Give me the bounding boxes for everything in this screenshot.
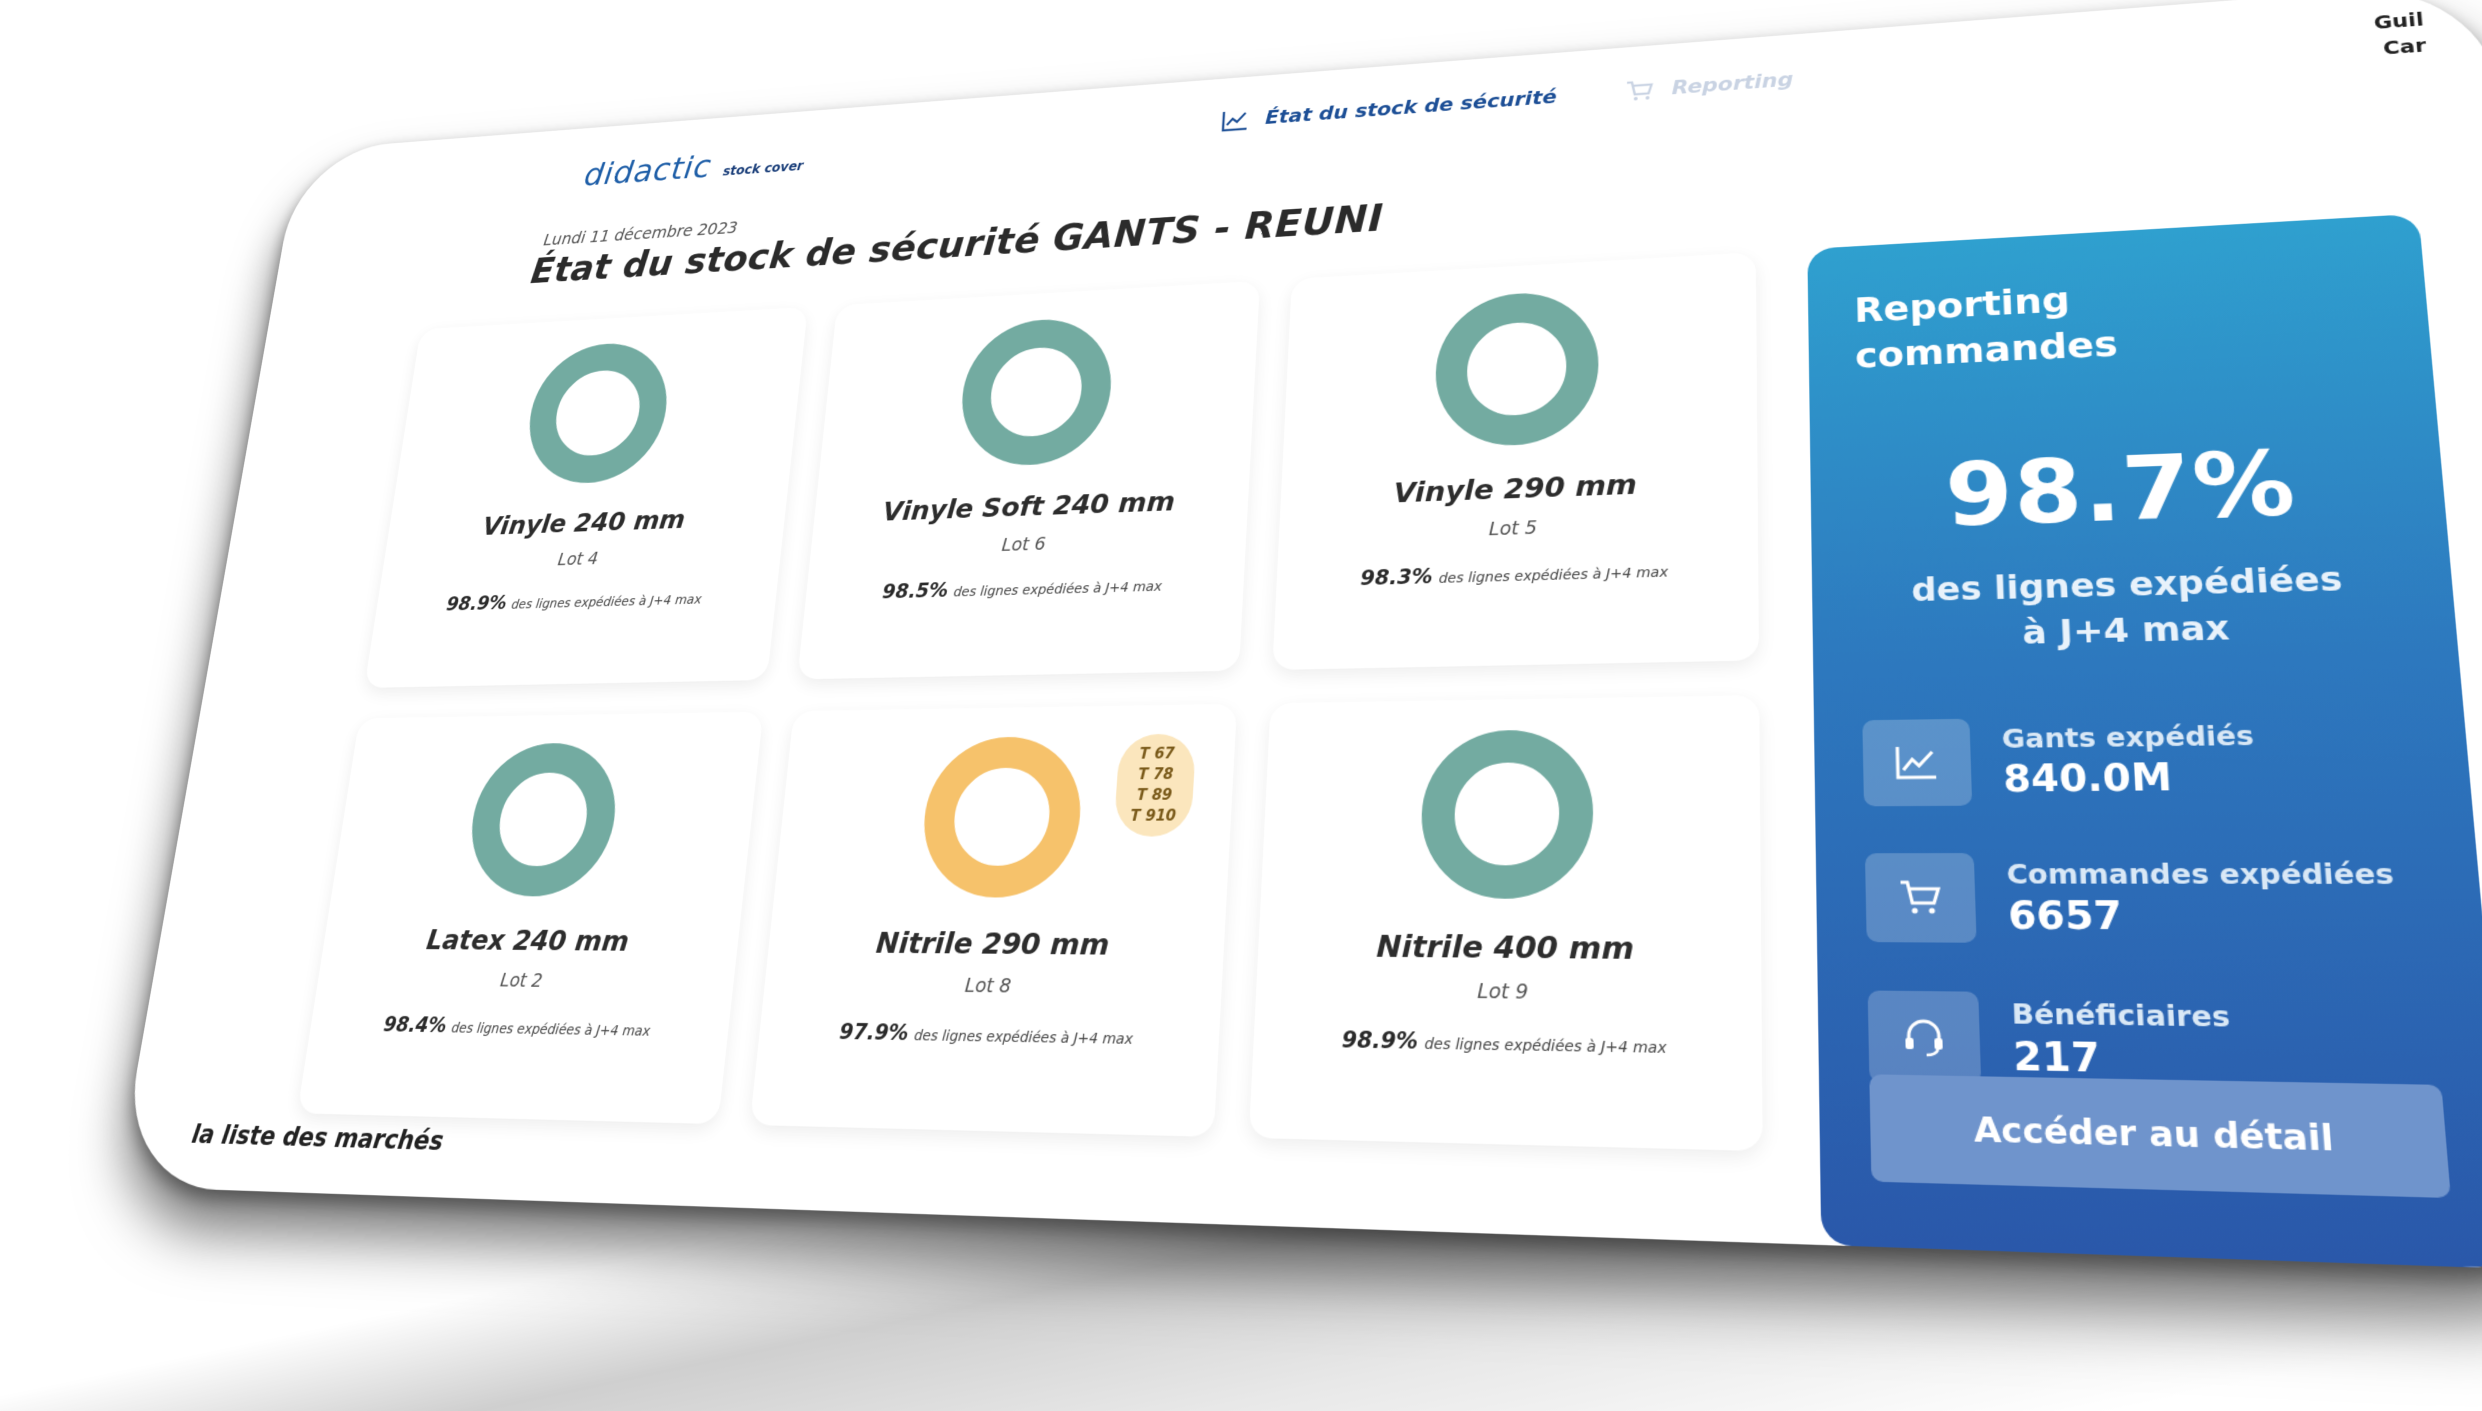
line-chart-icon: [1894, 743, 1940, 781]
product-name: Nitrile 400 mm: [1375, 928, 1635, 967]
product-name: Vinyle 290 mm: [1392, 467, 1638, 510]
size-alert-item: T 78: [1137, 765, 1174, 784]
product-card[interactable]: Vinyle 290 mm Lot 5 98.3% des lignes expé…: [1272, 252, 1760, 671]
product-name: Nitrile 290 mm: [874, 925, 1111, 962]
access-detail-button[interactable]: Accéder au détail: [1869, 1074, 2451, 1199]
size-alert-badge[interactable]: T 67 T 78 T 89 T 910: [1113, 733, 1197, 837]
product-name: Vinyle 240 mm: [480, 504, 687, 541]
product-card[interactable]: Vinyle Soft 240 mm Lot 6 98.5% des lignes…: [797, 280, 1261, 680]
stats-list: Gants expédiés 840.0M Commandes expédiée…: [1862, 713, 2442, 1094]
product-rate-value: 98.4%: [382, 1012, 449, 1038]
size-alert-item: T 910: [1129, 806, 1177, 825]
product-rate: 98.9% des lignes expédiées à J+4 max: [1341, 1027, 1666, 1058]
page-title: État du stock de sécurité GANTS - REUNI: [528, 196, 1385, 292]
product-rate-suffix: des lignes expédiées à J+4 max: [450, 1020, 651, 1040]
stat-icon-box: [1867, 990, 1982, 1085]
stock-ring-gauge: [518, 338, 678, 489]
nav-stock-securite[interactable]: État du stock de sécurité: [1221, 85, 1557, 132]
stat-label: Bénéficiaires: [2011, 997, 2231, 1033]
nav-reporting[interactable]: Reporting: [1625, 68, 1794, 103]
headset-icon: [1900, 1016, 1947, 1057]
global-rate: 98.7%: [1944, 430, 2300, 547]
product-rate: 98.3% des lignes expédiées à J+4 max: [1360, 558, 1668, 590]
product-lot: Lot 5: [1488, 517, 1538, 541]
stat-value: 217: [2012, 1034, 2102, 1082]
size-alert-item: T 67: [1138, 744, 1176, 763]
product-card[interactable]: Latex 240 mm Lot 2 98.4% des lignes expéd…: [297, 711, 764, 1125]
product-rate-suffix: des lignes expédiées à J+4 max: [1424, 1035, 1667, 1058]
cart-icon: [1897, 878, 1944, 914]
nav-reporting-label: Reporting: [1671, 68, 1794, 100]
product-name: Vinyle Soft 240 mm: [881, 485, 1177, 527]
product-rate-suffix: des lignes expédiées à J+4 max: [510, 592, 703, 613]
product-rate-value: 98.3%: [1359, 564, 1434, 590]
product-card[interactable]: T 67 T 78 T 89 T 910 Nitrile 290 mm Lot …: [749, 703, 1238, 1137]
panel-title: Reporting commandes: [1854, 261, 2380, 380]
screenshot-stage: didactic stock cover État du stock de sé…: [0, 0, 2482, 1411]
brand-logo[interactable]: didactic stock cover: [582, 141, 806, 192]
stat-icon-box: [1862, 718, 1973, 807]
product-lot: Lot 4: [556, 549, 600, 570]
market-list-link[interactable]: la liste des marchés: [190, 1120, 446, 1157]
size-alert-item: T 89: [1136, 785, 1173, 804]
stock-ring-gauge: [1416, 726, 1597, 902]
brand-name: didactic: [582, 148, 714, 193]
stat-value: 6657: [2007, 893, 2124, 939]
app-window: didactic stock cover État du stock de sé…: [116, 0, 2482, 1273]
stock-ring-gauge: [953, 313, 1119, 471]
product-rate-suffix: des lignes expédiées à J+4 max: [913, 1027, 1134, 1049]
product-name: Latex 240 mm: [424, 923, 631, 958]
product-rate-value: 98.9%: [1341, 1027, 1419, 1055]
brand-subtitle: stock cover: [722, 158, 805, 179]
product-lot: Lot 6: [1000, 533, 1047, 556]
global-rate-caption: des lignes expédiées à J+4 max: [1859, 554, 2404, 658]
product-card[interactable]: Nitrile 400 mm Lot 9 98.9% des lignes exp…: [1248, 695, 1763, 1152]
stat-gants-expedies: Gants expédiés 840.0M: [1862, 713, 2417, 807]
user-menu[interactable]: Guil Car: [2373, 6, 2428, 62]
product-rate-value: 98.9%: [445, 592, 509, 615]
user-role: Car: [2382, 33, 2428, 60]
cart-icon: [1625, 78, 1655, 101]
product-rate: 98.4% des lignes expédiées à J+4 max: [382, 1013, 652, 1041]
stat-icon-box: [1864, 853, 1977, 943]
stock-ring-gauge: [1430, 286, 1602, 451]
user-name: Guil: [2372, 7, 2425, 34]
line-chart-icon: [1221, 108, 1249, 132]
product-card[interactable]: Vinyle 240 mm Lot 4 98.9% des lignes expé…: [364, 306, 809, 688]
product-rate-suffix: des lignes expédiées à J+4 max: [952, 579, 1163, 601]
product-rate: 97.9% des lignes expédiées à J+4 max: [838, 1020, 1133, 1049]
product-lot: Lot 2: [499, 969, 544, 992]
product-rate-suffix: des lignes expédiées à J+4 max: [1438, 564, 1669, 587]
reporting-panel: Reporting commandes 98.7% des lignes exp…: [1807, 213, 2482, 1269]
stat-value: 840.0M: [2002, 756, 2174, 801]
stat-label: Gants expédiés: [2001, 719, 2255, 754]
product-lot: Lot 9: [1477, 979, 1529, 1005]
stock-ring-gauge: [914, 733, 1088, 901]
product-rate-value: 98.5%: [881, 579, 950, 603]
main-nav: État du stock de sécurité Reporting: [1221, 68, 1793, 132]
product-rate: 98.5% des lignes expédiées à J+4 max: [881, 573, 1162, 603]
product-grid: Vinyle 240 mm Lot 4 98.9% des lignes expé…: [297, 252, 1763, 1152]
stat-commandes-expediees: Commandes expédiées 6657: [1864, 852, 2430, 945]
product-rate: 98.9% des lignes expédiées à J+4 max: [445, 586, 703, 615]
product-rate-value: 97.9%: [838, 1019, 910, 1046]
product-lot: Lot 8: [964, 974, 1012, 998]
stat-label: Commandes expédiées: [2006, 857, 2395, 891]
stock-ring-gauge: [459, 739, 627, 899]
nav-stock-securite-label: État du stock de sécurité: [1264, 85, 1557, 129]
